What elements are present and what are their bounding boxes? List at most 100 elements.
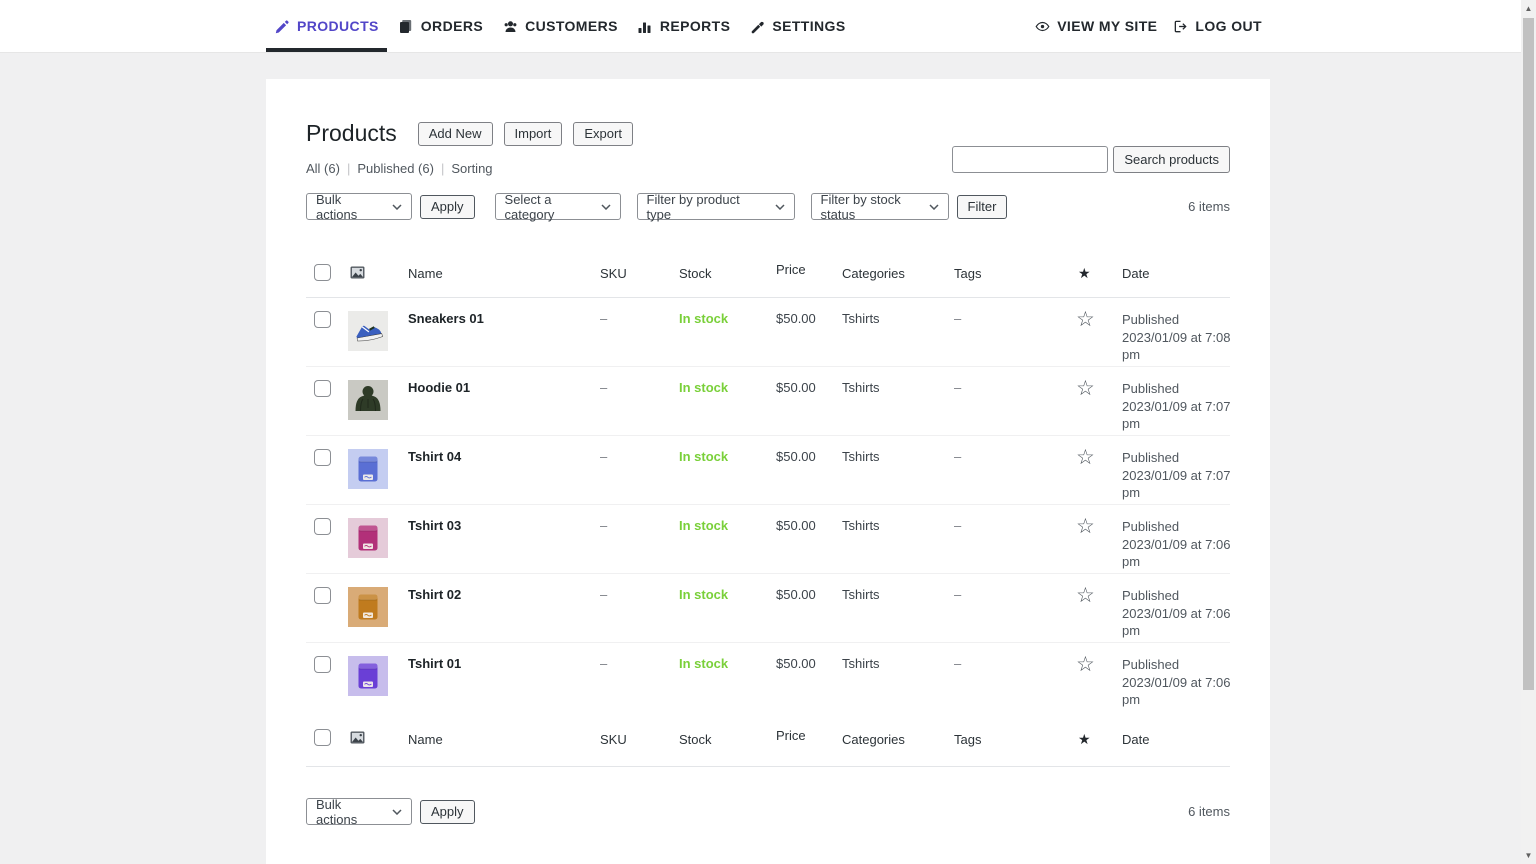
products-page: Products Add New Import Export Search pr…	[266, 79, 1270, 864]
product-price: $50.00	[776, 380, 842, 395]
product-name-link[interactable]: Tshirt 04	[408, 449, 600, 464]
select-all-checkbox[interactable]	[314, 729, 331, 746]
chevron-down-icon	[392, 204, 402, 210]
publish-date: Published 2023/01/09 at 7:08 pm	[1122, 311, 1232, 364]
column-header-price[interactable]: Price	[776, 262, 806, 277]
bulk-actions-select[interactable]: Bulk actions	[306, 193, 412, 220]
feature-star-toggle[interactable]: ☆	[1076, 308, 1095, 331]
column-header-name: Name	[408, 732, 600, 747]
stock-status-filter-select[interactable]: Filter by stock status	[811, 193, 949, 220]
image-column-icon	[350, 731, 365, 744]
product-categories-link[interactable]: Tshirts	[842, 518, 954, 533]
row-checkbox[interactable]	[314, 449, 331, 466]
view-my-site-link[interactable]: VIEW MY SITE	[1034, 0, 1157, 52]
product-tags: –	[954, 311, 1075, 326]
feature-star-toggle[interactable]: ☆	[1076, 515, 1095, 538]
nav-tab-customers[interactable]: CUSTOMERS	[502, 0, 618, 52]
nav-label: VIEW MY SITE	[1057, 18, 1157, 34]
scroll-down-arrow[interactable]: ▼	[1521, 848, 1536, 863]
product-thumbnail[interactable]	[348, 449, 388, 489]
apply-button[interactable]: Apply	[420, 195, 475, 219]
products-table: Name SKU Stock Price Categories Tags ★ D…	[306, 250, 1230, 767]
product-categories-link[interactable]: Tshirts	[842, 656, 954, 671]
product-tags: –	[954, 518, 1075, 533]
product-thumbnail[interactable]	[348, 656, 388, 696]
stock-status: In stock	[679, 518, 776, 533]
product-name-link[interactable]: Tshirt 02	[408, 587, 600, 602]
product-sku: –	[600, 656, 679, 671]
nav-tab-products[interactable]: PRODUCTS	[274, 0, 379, 52]
column-header-price[interactable]: Price	[776, 728, 806, 743]
select-value: Bulk actions	[316, 797, 382, 827]
page-scrollbar[interactable]: ▲ ▼	[1521, 0, 1536, 864]
image-column-icon	[350, 266, 365, 279]
separator: |	[347, 161, 350, 176]
main-menu: PRODUCTS ORDERS CUSTOMERS REPORTS	[274, 0, 846, 52]
bulk-actions-select-bottom[interactable]: Bulk actions	[306, 798, 412, 825]
row-checkbox[interactable]	[314, 518, 331, 535]
nav-label: CUSTOMERS	[525, 18, 618, 34]
column-header-stock: Stock	[679, 266, 776, 281]
orders-icon	[398, 18, 414, 34]
chevron-down-icon	[929, 204, 939, 210]
row-checkbox[interactable]	[314, 587, 331, 604]
filter-button[interactable]: Filter	[957, 195, 1008, 219]
featured-column-star-icon: ★	[1078, 265, 1091, 281]
publish-date: Published 2023/01/09 at 7:06 pm	[1122, 656, 1232, 709]
scrollbar-thumb[interactable]	[1523, 18, 1534, 690]
feature-star-toggle[interactable]: ☆	[1076, 377, 1095, 400]
product-sku: –	[600, 311, 679, 326]
product-categories-link[interactable]: Tshirts	[842, 311, 954, 326]
apply-button-bottom[interactable]: Apply	[420, 800, 475, 824]
product-name-link[interactable]: Tshirt 03	[408, 518, 600, 533]
row-checkbox[interactable]	[314, 380, 331, 397]
product-thumbnail[interactable]	[348, 311, 388, 351]
pencil-icon	[274, 18, 290, 34]
column-header-date: Date	[1122, 266, 1232, 281]
product-thumbnail[interactable]	[348, 518, 388, 558]
nav-tab-settings[interactable]: SETTINGS	[749, 0, 845, 52]
publish-date: Published 2023/01/09 at 7:06 pm	[1122, 587, 1232, 640]
view-all-link[interactable]: All (6)	[306, 161, 340, 176]
view-published-link[interactable]: Published (6)	[357, 161, 434, 176]
product-thumbnail[interactable]	[348, 380, 388, 420]
product-name-link[interactable]: Hoodie 01	[408, 380, 600, 395]
chevron-down-icon	[775, 204, 785, 210]
product-categories-link[interactable]: Tshirts	[842, 449, 954, 464]
product-categories-link[interactable]: Tshirts	[842, 587, 954, 602]
column-header-tags: Tags	[954, 266, 1075, 281]
nav-tab-orders[interactable]: ORDERS	[398, 0, 483, 52]
feature-star-toggle[interactable]: ☆	[1076, 653, 1095, 676]
row-checkbox[interactable]	[314, 311, 331, 328]
add-new-button[interactable]: Add New	[418, 122, 493, 146]
top-nav: PRODUCTS ORDERS CUSTOMERS REPORTS	[0, 0, 1536, 53]
product-name-link[interactable]: Sneakers 01	[408, 311, 600, 326]
stock-status: In stock	[679, 656, 776, 671]
search-input[interactable]	[952, 146, 1108, 173]
product-type-filter-select[interactable]: Filter by product type	[637, 193, 795, 220]
secondary-menu: VIEW MY SITE LOG OUT	[1034, 0, 1262, 52]
product-sku: –	[600, 449, 679, 464]
select-all-checkbox[interactable]	[314, 264, 331, 281]
column-header-categories: Categories	[842, 732, 954, 747]
publish-date: Published 2023/01/09 at 7:07 pm	[1122, 380, 1232, 433]
view-sorting-link[interactable]: Sorting	[451, 161, 492, 176]
nav-tab-reports[interactable]: REPORTS	[637, 0, 730, 52]
page-title: Products	[306, 120, 397, 147]
category-filter-select[interactable]: Select a category	[495, 193, 621, 220]
feature-star-toggle[interactable]: ☆	[1076, 446, 1095, 469]
publish-date: Published 2023/01/09 at 7:06 pm	[1122, 518, 1232, 571]
search-products-button[interactable]: Search products	[1113, 146, 1230, 173]
log-out-link[interactable]: LOG OUT	[1172, 0, 1262, 52]
product-thumbnail[interactable]	[348, 587, 388, 627]
items-count: 6 items	[1188, 804, 1230, 819]
product-name-link[interactable]: Tshirt 01	[408, 656, 600, 671]
logout-icon	[1172, 18, 1188, 34]
product-categories-link[interactable]: Tshirts	[842, 380, 954, 395]
import-button[interactable]: Import	[504, 122, 563, 146]
feature-star-toggle[interactable]: ☆	[1076, 584, 1095, 607]
select-value: Filter by product type	[647, 192, 765, 222]
export-button[interactable]: Export	[573, 122, 633, 146]
row-checkbox[interactable]	[314, 656, 331, 673]
scroll-up-arrow[interactable]: ▲	[1521, 1, 1536, 16]
